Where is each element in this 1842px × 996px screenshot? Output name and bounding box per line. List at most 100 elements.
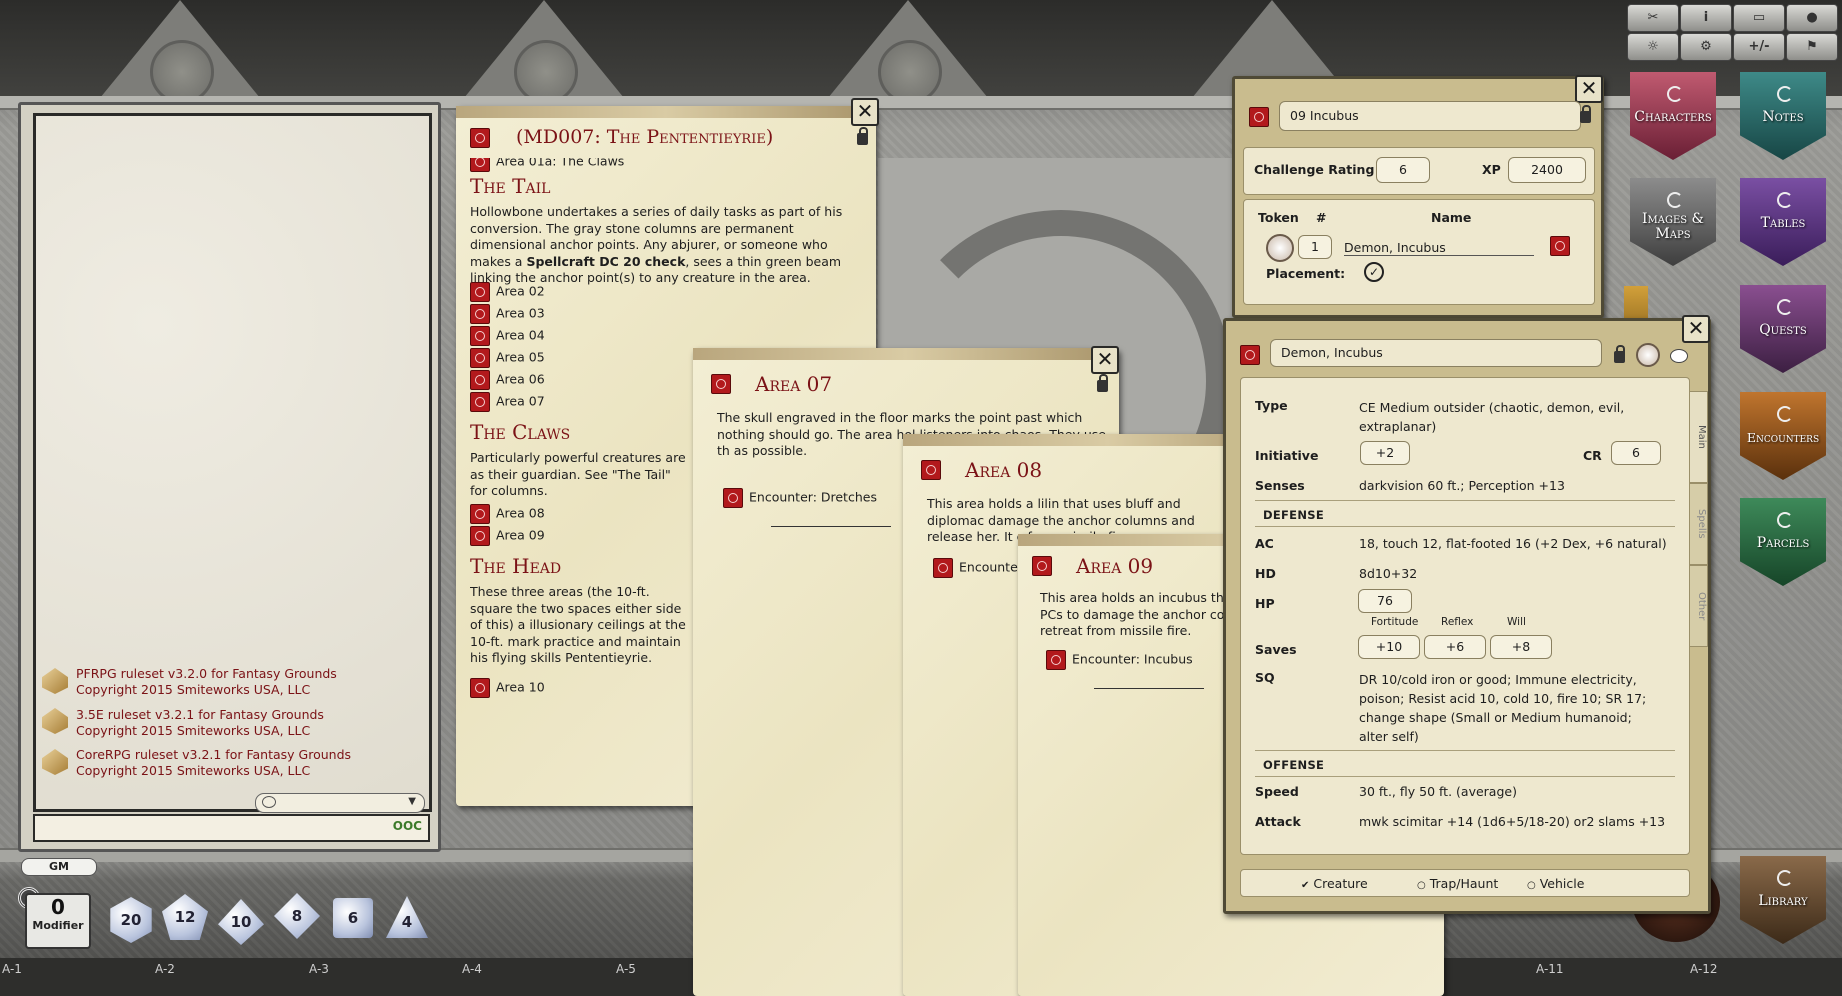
emblem-icon — [150, 40, 214, 104]
encounter-link[interactable]: Encounter: Dretches — [723, 488, 877, 508]
lock-icon[interactable] — [857, 127, 868, 145]
toolbar-lighting-button[interactable]: ☼ — [1627, 33, 1679, 61]
sq-value[interactable]: DR 10/cold iron or good; Immune electric… — [1359, 670, 1659, 746]
story-link-icon[interactable] — [470, 128, 490, 148]
encounter-name-field[interactable]: 09 Incubus — [1279, 101, 1581, 131]
ac-value[interactable]: 18, touch 12, flat-footed 16 (+2 Dex, +6… — [1359, 536, 1667, 551]
toolbar-scissors-button[interactable]: ✂ — [1627, 4, 1679, 32]
token-icon[interactable] — [1266, 234, 1294, 262]
modifier-box[interactable]: 0 Modifier — [25, 893, 91, 949]
story-link[interactable]: Area 05 — [470, 348, 545, 368]
lock-icon[interactable] — [1580, 105, 1591, 123]
reflex-field[interactable]: +6 — [1424, 635, 1486, 659]
lock-icon[interactable] — [1614, 345, 1625, 363]
close-icon[interactable]: ✕ — [1682, 315, 1710, 343]
encounter-rating-panel: Challenge Rating 6 XP 2400 — [1243, 147, 1595, 195]
type-option-vehicle[interactable]: ○ Vehicle — [1527, 876, 1584, 891]
radio-icon: ○ — [1417, 880, 1426, 891]
scroll-rod — [693, 348, 1119, 360]
story-link[interactable]: Area 08 — [470, 504, 545, 524]
link-icon — [723, 488, 743, 508]
toolbar-record-button[interactable]: ● — [1786, 4, 1838, 32]
chat-mode-dropdown[interactable]: ▼ — [255, 793, 425, 813]
story-link[interactable]: Area 02 — [470, 282, 545, 302]
toolbar-window-button[interactable]: ▭ — [1733, 4, 1785, 32]
npc-link-icon[interactable] — [1550, 236, 1570, 256]
close-icon[interactable]: ✕ — [851, 98, 879, 126]
toolbar-info-button[interactable]: i — [1680, 4, 1732, 32]
story-link[interactable]: Area 01a: The Claws — [470, 158, 624, 172]
grid-label: A-3 — [309, 962, 329, 976]
swirl-icon — [1777, 192, 1793, 208]
chat-log[interactable]: PFRPG ruleset v3.2.0 for Fantasy Grounds… — [33, 113, 432, 812]
story-link[interactable]: Area 06 — [470, 370, 545, 390]
number-header: # — [1316, 210, 1327, 225]
link-icon — [470, 348, 490, 368]
placement-check-icon[interactable]: ✓ — [1364, 262, 1384, 282]
grid-label: A-12 — [1690, 962, 1718, 976]
story-link-icon[interactable] — [921, 460, 941, 480]
speech-bubble-icon[interactable] — [1670, 349, 1688, 363]
npc-name-field[interactable]: Demon, Incubus — [1344, 240, 1534, 256]
area07-title: Area 07 — [755, 372, 833, 396]
gm-identity[interactable]: GM — [21, 858, 97, 876]
ac-label: AC — [1255, 536, 1274, 551]
npc-count-field[interactable]: 1 — [1298, 235, 1332, 259]
cr-field[interactable]: 6 — [1376, 157, 1430, 183]
initiative-field[interactable]: +2 — [1360, 441, 1410, 465]
type-value[interactable]: CE Medium outsider (chaotic, demon, evil… — [1359, 398, 1659, 436]
close-icon[interactable]: ✕ — [1575, 75, 1603, 103]
close-icon[interactable]: ✕ — [1091, 346, 1119, 374]
toolbar-options-button[interactable]: ⚙ — [1680, 33, 1732, 61]
senses-value[interactable]: darkvision 60 ft.; Perception +13 — [1359, 478, 1565, 493]
npc-token-icon[interactable] — [1636, 343, 1660, 367]
ooc-toggle[interactable]: OOC — [393, 819, 422, 833]
section-body: These three areas (the 10-ft. square the… — [470, 584, 686, 665]
grid-label: A-1 — [2, 962, 22, 976]
section-body: Particularly powerful creatures are as t… — [470, 450, 686, 498]
npc-stat-panel[interactable]: Type CE Medium outsider (chaotic, demon,… — [1240, 377, 1690, 855]
hp-field[interactable]: 76 — [1358, 589, 1412, 613]
d6-die[interactable]: 6 — [333, 898, 373, 938]
tab-spells[interactable]: Spells — [1688, 483, 1708, 565]
area08-title: Area 08 — [965, 458, 1043, 482]
cr-label: Challenge Rating — [1254, 162, 1375, 177]
type-option-trap[interactable]: ○ Trap/Haunt — [1417, 876, 1498, 891]
story-link[interactable]: Area 07 — [470, 392, 545, 412]
tab-main[interactable]: Main — [1688, 391, 1708, 483]
sidebar-label: Tables — [1760, 215, 1806, 231]
will-field[interactable]: +8 — [1490, 635, 1552, 659]
type-option-creature[interactable]: ✔ Creature — [1301, 876, 1368, 891]
tab-other[interactable]: Other — [1688, 565, 1708, 647]
fortitude-field[interactable]: +10 — [1358, 635, 1420, 659]
section-body: Hollowbone undertakes a series of daily … — [470, 204, 843, 285]
cr-field[interactable]: 6 — [1611, 441, 1661, 465]
toolbar-player-button[interactable]: ⚑ — [1786, 33, 1838, 61]
initiative-label: Initiative — [1255, 448, 1319, 463]
story-link[interactable]: Area 09 — [470, 526, 545, 546]
story-link[interactable]: Area 04 — [470, 326, 545, 346]
story-link-icon[interactable] — [711, 374, 731, 394]
npc-link-icon[interactable] — [1240, 345, 1260, 365]
speed-value[interactable]: 30 ft., fly 50 ft. (average) — [1359, 784, 1517, 799]
chat-input[interactable]: OOC — [33, 814, 430, 842]
lock-icon[interactable] — [1097, 374, 1108, 392]
encounter-link[interactable]: Encounte — [933, 558, 1018, 578]
link-icon — [470, 282, 490, 302]
divider — [1255, 776, 1675, 777]
story-link[interactable]: Area 03 — [470, 304, 545, 324]
npc-name-field[interactable]: Demon, Incubus — [1270, 339, 1602, 367]
hd-value[interactable]: 8d10+32 — [1359, 566, 1417, 581]
story-link[interactable]: Area 10 — [470, 678, 545, 698]
grid-label: A-2 — [155, 962, 175, 976]
chat-message: PFRPG ruleset v3.2.0 for Fantasy Grounds… — [76, 666, 337, 698]
toolbar-modifier-button[interactable]: +/- — [1733, 33, 1785, 61]
hd-label: HD — [1255, 566, 1276, 581]
encounter-link[interactable]: Encounter: Incubus — [1046, 650, 1193, 670]
encounter-npc-list: Token # Name 1 Demon, Incubus Placement:… — [1243, 199, 1595, 305]
xp-field[interactable]: 2400 — [1508, 157, 1586, 183]
story-link-icon[interactable] — [1032, 556, 1052, 576]
link-icon — [470, 392, 490, 412]
encounter-link-icon[interactable] — [1249, 107, 1269, 127]
attack-value[interactable]: mwk scimitar +14 (1d6+5/18-20) or2 slams… — [1359, 814, 1665, 829]
